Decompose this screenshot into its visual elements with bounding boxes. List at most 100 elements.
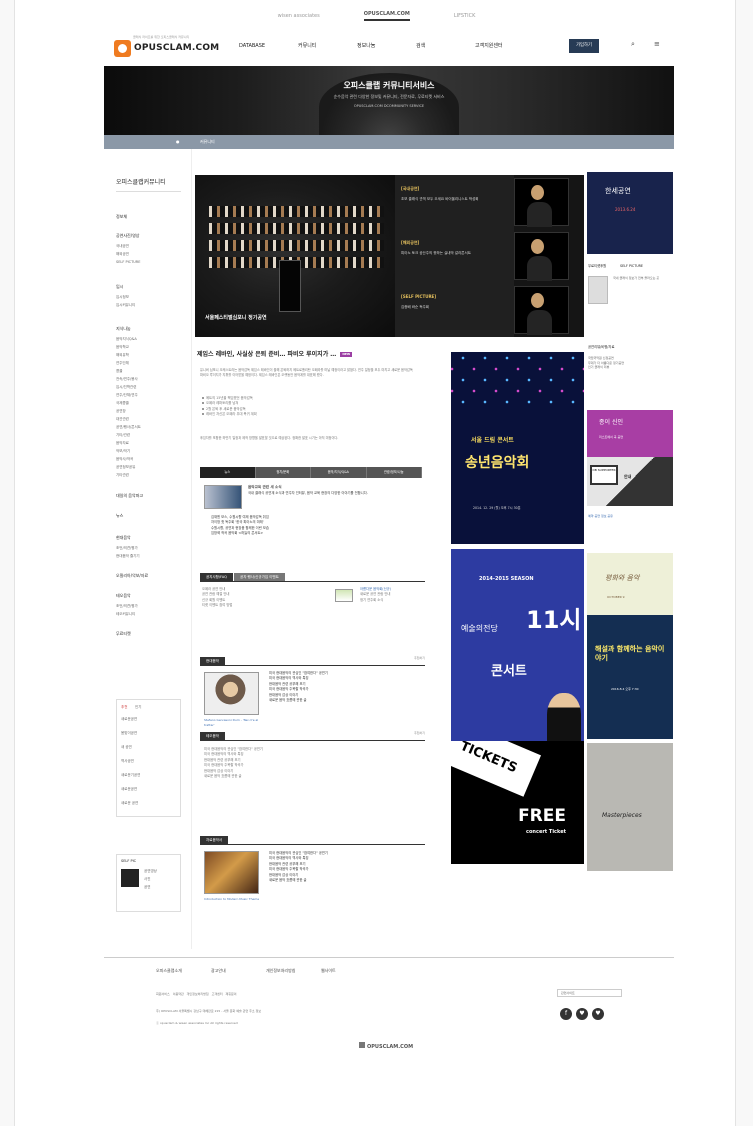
sidebar-item[interactable]: 해외유학: [116, 353, 129, 357]
footer-link[interactable]: 회원서비스: [156, 992, 170, 996]
facebook-icon[interactable]: f: [560, 1008, 572, 1020]
sidebar-recommend-item[interactable]: 역사공연: [121, 759, 134, 763]
notice-list-item[interactable]: 티켓 이벤트 참여 방법: [202, 603, 312, 608]
sidebar-item[interactable]: 조언/의견/평가: [116, 546, 138, 550]
feature-item-domestic[interactable]: [국내공연] 초보 클래식 관객 모두 오세요 바이올리니스트 박성희: [395, 175, 514, 229]
sidebar-section-2[interactable]: 입시: [116, 284, 123, 289]
sidebar-section-7[interactable]: 오필리아/악보/자료: [116, 573, 148, 578]
sidebar-section-4[interactable]: 대일의 음악파고: [116, 493, 143, 498]
sidebar-recommend-item[interactable]: 새 공연: [121, 745, 132, 749]
sidebar-item[interactable]: 공연정보공유: [116, 465, 135, 469]
sidebar-item[interactable]: 입시정보: [116, 295, 129, 299]
nav-item-database[interactable]: DATABASE: [239, 43, 298, 49]
self-pic-item[interactable]: 공연: [144, 885, 150, 889]
sidebar-recommend-item[interactable]: 봄맞이공연: [121, 731, 137, 735]
sidebar-item[interactable]: 전속/연주/봉사: [116, 377, 138, 381]
article-headline[interactable]: 제임스 레바인, 사실상 은퇴 준비… 파비오 루이지가 … NEW: [197, 351, 353, 359]
sidebar-item[interactable]: SELF PICTURE: [116, 260, 140, 264]
related-sites-select[interactable]: 관련사이트: [557, 989, 622, 997]
self-pic-item[interactable]: 사진: [144, 877, 150, 881]
tab-politics-culture[interactable]: 정치/문화: [256, 467, 311, 478]
sidebar-section-3[interactable]: 지식나눔: [116, 326, 131, 331]
concert-ad-11am[interactable]: 2014-2015 SEASON 예술의전당 11시 콘서트: [451, 549, 584, 741]
breadcrumb-item[interactable]: 커뮤니티: [200, 139, 215, 144]
sidebar-item[interactable]: 기타관련: [116, 473, 129, 477]
tab-notice-faq[interactable]: 공지사항/FAQ: [200, 572, 233, 581]
sidebar-tab-popular[interactable]: 인기: [135, 705, 141, 709]
sidebar-recommend-item[interactable]: 새로운공연: [121, 717, 137, 721]
sidebar-item[interactable]: 해외공연: [116, 252, 129, 256]
home-icon[interactable]: ●: [176, 139, 180, 144]
self-pic-item[interactable]: 공연영상: [144, 869, 157, 873]
feature-item-overseas[interactable]: [해외공연] 피아노 토크 공산주의 핫하는 실내악 갈라콘서트: [395, 229, 514, 283]
sidebar-section-0[interactable]: 정보체: [116, 214, 127, 219]
article-bullet[interactable]: 레바인 자신은 오페라 무대 복귀 계획: [202, 412, 407, 417]
notice-side-item[interactable]: 정기 연주회 소식: [360, 598, 420, 603]
sidebar-item[interactable]: 음악자료: [116, 441, 129, 445]
self-pic-thumbnail[interactable]: [121, 869, 139, 887]
sidebar-item[interactable]: 콩쿨: [116, 369, 122, 373]
top-tab-1[interactable]: wisen associates: [278, 13, 320, 19]
free-ticket-ad[interactable]: TICKETS FREE concert Ticket: [451, 741, 584, 864]
sidebar-item[interactable]: 연주/단체/연주: [116, 393, 138, 397]
lead-news-image[interactable]: [204, 485, 242, 509]
sidebar-item[interactable]: 공연장: [116, 409, 126, 413]
sidebar-item[interactable]: 현대음악 즐기기: [116, 554, 140, 558]
nav-item-support[interactable]: 고객지원센터: [475, 43, 534, 49]
sidebar-item[interactable]: 입시/진학관련: [116, 385, 137, 389]
feature-item-self-picture[interactable]: [SELF PICTURE] 김종배 바순 독주회: [395, 283, 514, 337]
sidebar-item[interactable]: 음악지식Q&A: [116, 337, 137, 341]
notice-image[interactable]: [335, 589, 353, 602]
sidebar-item[interactable]: 입시커뮤니티: [116, 303, 135, 307]
right-review-item[interactable]: 인기 클래식 리뷰: [588, 365, 673, 370]
theo-music-item[interactable]: 새로운 음악 흐름에 관한 글: [204, 774, 414, 779]
introduction-item[interactable]: 새로운 음악 흐름에 관한 글: [269, 878, 419, 883]
orchestra-photo[interactable]: 서울페스티벌심포니 정기공연: [195, 175, 395, 337]
tab-news[interactable]: 뉴스: [200, 467, 256, 478]
sidebar-section-5[interactable]: 뉴스: [116, 513, 123, 518]
footer-menu-item[interactable]: 웹사이트: [321, 968, 376, 973]
footer-menu-item[interactable]: 광고안내: [211, 968, 266, 973]
search-icon[interactable]: ⌕: [631, 40, 635, 49]
sidebar-item[interactable]: 음악사/작곡: [116, 457, 133, 461]
heart-icon[interactable]: ♥: [592, 1008, 604, 1020]
right-section-link[interactable]: SELF PICTURE: [620, 264, 643, 268]
nav-item-info[interactable]: 정보나눔: [357, 43, 416, 49]
right-ad-db-supporter[interactable]: DB SUPPORTER 안내: [587, 457, 673, 506]
right-ad-music-story[interactable]: 해설과 함께하는 음악이야기 2016.8.4 오후 7:30: [587, 615, 673, 739]
tab-event[interactable]: 공지·행사/신규가입 이벤트: [234, 572, 285, 581]
modern-music-image[interactable]: [204, 672, 259, 715]
modern-music-item[interactable]: 새로운 음악 흐름에 관한 글: [269, 698, 419, 703]
sidebar-item[interactable]: 기타/관련: [116, 433, 130, 437]
top-tab-2[interactable]: OPUSCLAM.COM: [363, 11, 410, 22]
footer-link[interactable]: 이용약관: [173, 992, 184, 996]
sidebar-item[interactable]: 연주단체: [116, 361, 129, 365]
sidebar-section-6[interactable]: 현대음악: [116, 535, 131, 540]
lead-news[interactable]: 음악교육 관련 새 소식 국내 클래식 공연계 소식과 연주자 인터뷰, 음악 …: [248, 485, 413, 496]
feature-thumbnail[interactable]: [514, 178, 569, 227]
nav-item-search[interactable]: 검색: [416, 43, 475, 49]
sidebar-item[interactable]: 대관관련: [116, 417, 129, 421]
sidebar-recommend-item[interactable]: 새로운기공연: [121, 773, 140, 777]
right-ad-masterpieces[interactable]: Masterpieces: [587, 743, 673, 871]
introduction-image[interactable]: [204, 851, 259, 894]
feature-thumbnail[interactable]: [514, 232, 569, 281]
top-tab-3[interactable]: LIFSTICK: [454, 13, 476, 19]
footer-link[interactable]: 개인정보처리방침: [187, 992, 209, 996]
sidebar-item[interactable]: 국제콩쿨: [116, 401, 129, 405]
modern-music-more-link[interactable]: 추천하기: [414, 656, 425, 661]
join-button[interactable]: 가입하기: [569, 39, 599, 53]
sidebar-item[interactable]: 음악학교: [116, 345, 129, 349]
theo-music-more-link[interactable]: 추천하기: [414, 731, 425, 736]
sidebar-recommend-item[interactable]: 새로운공연: [121, 787, 137, 791]
footer-link[interactable]: 제휴문의: [226, 992, 237, 996]
sidebar-section-8[interactable]: 테오음악: [116, 593, 131, 598]
sidebar-section-1[interactable]: 공연사진/영상: [116, 233, 139, 238]
right-ad-peace-music[interactable]: 평화와 음악 OCTOBER 9: [587, 553, 673, 615]
tab-tourism-info[interactable]: 관광/정보/나눔: [367, 467, 422, 478]
right-ad-concert-2[interactable]: 종이 신인 리스트에서 곡 공연: [587, 410, 673, 458]
site-logo[interactable]: 클래식 라이프를 위한 오피스클래식 커뮤니티 OPUSCLAM.COM: [114, 35, 219, 57]
sidebar-tab-recommend[interactable]: 추천: [121, 705, 127, 709]
sidebar-section-9[interactable]: 무료티켓: [116, 631, 131, 636]
right-section-thumbnail[interactable]: [588, 276, 608, 304]
